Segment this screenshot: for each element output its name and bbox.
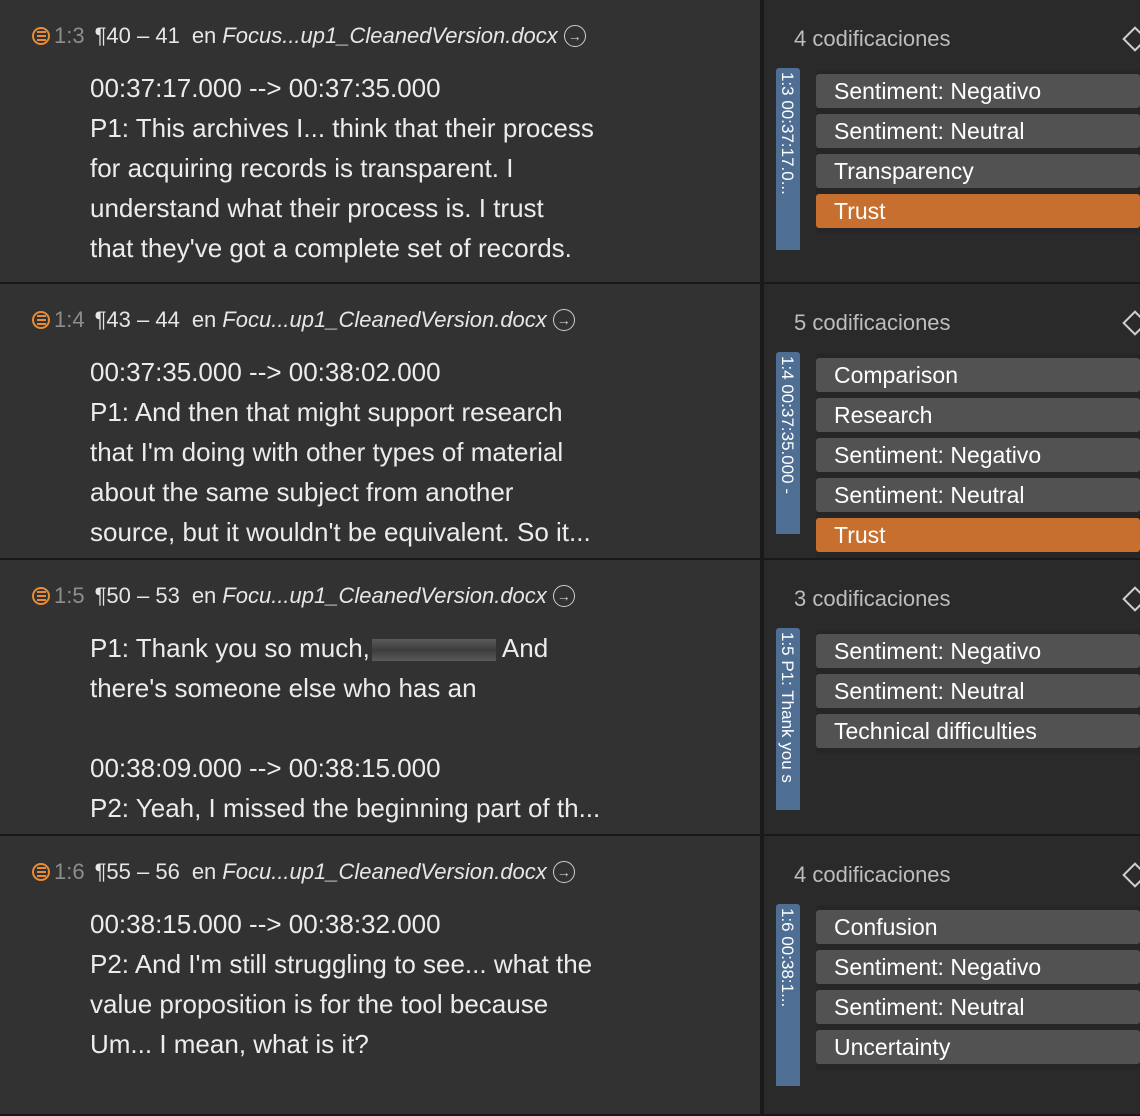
code-tag[interactable]: Comparison [816, 358, 1140, 392]
quotation-list: 1:3 ¶40 – 41 en Focus...up1_CleanedVersion.… [0, 0, 1140, 1116]
code-tag[interactable]: Sentiment: Neutral [816, 674, 1140, 708]
quotation-icon [32, 587, 50, 605]
quotation-row[interactable]: 1:3 ¶40 – 41 en Focus...up1_CleanedVersion.… [0, 0, 1140, 284]
code-tag[interactable]: Trust [816, 194, 1140, 228]
quotation-header: 1:4 ¶43 – 44 en Focu...up1_CleanedVersion.d… [54, 306, 736, 334]
quotation-content[interactable]: 1:4 ¶43 – 44 en Focu...up1_CleanedVersion.d… [0, 284, 760, 558]
code-count: 4 codificaciones [794, 862, 951, 887]
codes-panel: 5 codificaciones 1:4 00:37:35.000 - Compar… [764, 284, 1140, 558]
diamond-icon[interactable] [1122, 862, 1140, 888]
quotation-header: 1:6 ¶55 – 56 en Focu...up1_CleanedVersion.d… [54, 858, 736, 886]
code-list: Confusion Sentiment: Negativo Sentiment: N… [816, 906, 1140, 1070]
diamond-icon[interactable] [1122, 310, 1140, 336]
paragraph-range: ¶40 – 41 [94, 23, 180, 48]
quotation-line: 00:38:09.000 --> 00:38:15.000 [90, 753, 441, 783]
quotation-tab[interactable]: 1:4 00:37:35.000 - [776, 352, 800, 534]
quotation-icon [32, 863, 50, 881]
quotation-line: P1: This archives I... think that their … [90, 113, 594, 143]
arrow-circle-right-icon[interactable]: → [552, 861, 575, 883]
quotation-line: source, but it wouldn't be equivalent. S… [90, 517, 591, 547]
quotation-text: P1: Thank you so much, And there's someone… [90, 628, 736, 828]
paragraph-range: ¶55 – 56 [94, 859, 180, 884]
paragraph-range: ¶43 – 44 [94, 307, 180, 332]
code-tag[interactable]: Sentiment: Negativo [816, 438, 1140, 472]
code-tag[interactable]: Sentiment: Negativo [816, 634, 1140, 668]
quotation-line: P2: And I'm still struggling to see... w… [90, 949, 593, 979]
paragraph-range: ¶50 – 53 [94, 583, 180, 608]
quotation-line: P2: Yeah, I missed the beginning part of… [90, 793, 601, 823]
quotation-text: 00:37:17.000 --> 00:37:35.000 P1: This ar… [90, 68, 736, 268]
quotation-line: 00:38:15.000 --> 00:38:32.000 [90, 909, 441, 939]
code-tag[interactable]: Sentiment: Negativo [816, 74, 1140, 108]
code-tag[interactable]: Technical difficulties [816, 714, 1140, 748]
quotation-line: 00:37:35.000 --> 00:38:02.000 [90, 357, 441, 387]
code-tag[interactable]: Sentiment: Neutral [816, 114, 1140, 148]
quotation-line: about the same subject from another [90, 477, 514, 507]
codes-panel: 4 codificaciones 1:6 00:38:1... Confusion S… [764, 836, 1140, 1114]
document-name[interactable]: Focu...up1_CleanedVersion.docx [222, 583, 547, 609]
quotation-text: 00:38:15.000 --> 00:38:32.000 P2: And I'm… [90, 904, 736, 1064]
quotation-line: that I'm doing with other types of mater… [90, 437, 564, 467]
code-tag[interactable]: Research [816, 398, 1140, 432]
quotation-row[interactable]: 1:6 ¶55 – 56 en Focu...up1_CleanedVersion.d… [0, 836, 1140, 1116]
document-name[interactable]: Focu...up1_CleanedVersion.docx [222, 859, 547, 885]
codes-panel: 4 codificaciones 1:3 00:37:17.0... Sentime… [764, 0, 1140, 282]
quotation-line: there's someone else who has an [90, 673, 477, 703]
arrow-circle-right-icon[interactable]: → [552, 309, 575, 331]
quotation-line: value proposition is for the tool becaus… [90, 989, 549, 1019]
quotation-id: 1:4 [54, 307, 85, 332]
code-tag[interactable]: Sentiment: Negativo [816, 950, 1140, 984]
quotation-line: 00:37:17.000 --> 00:37:35.000 [90, 73, 441, 103]
quotation-header: 1:3 ¶40 – 41 en Focus...up1_CleanedVersion.… [54, 22, 736, 50]
redacted-name [371, 639, 496, 662]
quotation-line: understand what their process is. I trus… [90, 193, 544, 223]
document-name[interactable]: Focus...up1_CleanedVersion.docx [222, 23, 558, 49]
document-name[interactable]: Focu...up1_CleanedVersion.docx [222, 307, 547, 333]
quotation-line: Um... I mean, what is it? [90, 1029, 369, 1059]
quotation-line: P1: And then that might support research [90, 397, 563, 427]
code-tag[interactable]: Transparency [816, 154, 1140, 188]
quotation-line: that they've got a complete set of recor… [90, 233, 572, 263]
quotation-id: 1:6 [54, 859, 85, 884]
quotation-line [90, 708, 736, 748]
quotation-header: 1:5 ¶50 – 53 en Focu...up1_CleanedVersion.d… [54, 582, 736, 610]
codes-panel: 3 codificaciones 1:5 P1: Thank you s Senti… [764, 560, 1140, 834]
code-list: Comparison Research Sentiment: Negativo Sen… [816, 354, 1140, 558]
code-tag[interactable]: Sentiment: Neutral [816, 478, 1140, 512]
in-label: en [191, 23, 217, 48]
code-list: Sentiment: Negativo Sentiment: Neutral Tra… [816, 70, 1140, 234]
quotation-icon [32, 27, 50, 45]
code-tag[interactable]: Uncertainty [816, 1030, 1140, 1064]
quotation-content[interactable]: 1:3 ¶40 – 41 en Focus...up1_CleanedVersion.… [0, 0, 760, 282]
code-count: 4 codificaciones [794, 26, 951, 51]
code-count: 5 codificaciones [794, 310, 951, 335]
quotation-content[interactable]: 1:5 ¶50 – 53 en Focu...up1_CleanedVersion.d… [0, 560, 760, 834]
quotation-id: 1:5 [54, 583, 85, 608]
in-label: en [191, 583, 217, 608]
quotation-text: 00:37:35.000 --> 00:38:02.000 P1: And the… [90, 352, 736, 552]
code-count: 3 codificaciones [794, 586, 951, 611]
diamond-icon[interactable] [1122, 26, 1140, 52]
arrow-circle-right-icon[interactable]: → [552, 585, 575, 607]
quotation-id: 1:3 [54, 23, 85, 48]
in-label: en [191, 307, 217, 332]
quotation-line: P1: Thank you so much, And [90, 633, 549, 663]
quotation-tab[interactable]: 1:3 00:37:17.0... [776, 68, 800, 250]
code-tag[interactable]: Confusion [816, 910, 1140, 944]
quotation-icon [32, 311, 50, 329]
quotation-content[interactable]: 1:6 ¶55 – 56 en Focu...up1_CleanedVersion.d… [0, 836, 760, 1114]
code-tag[interactable]: Trust [816, 518, 1140, 552]
quotation-tab[interactable]: 1:5 P1: Thank you s [776, 628, 800, 810]
quotation-tab[interactable]: 1:6 00:38:1... [776, 904, 800, 1086]
quotation-line: for acquiring records is transparent. I [90, 153, 514, 183]
code-tag[interactable]: Sentiment: Neutral [816, 990, 1140, 1024]
arrow-circle-right-icon[interactable]: → [563, 25, 586, 47]
in-label: en [191, 859, 217, 884]
quotation-row[interactable]: 1:5 ¶50 – 53 en Focu...up1_CleanedVersion.d… [0, 560, 1140, 836]
code-list: Sentiment: Negativo Sentiment: Neutral Tec… [816, 630, 1140, 754]
diamond-icon[interactable] [1122, 586, 1140, 612]
quotation-row[interactable]: 1:4 ¶43 – 44 en Focu...up1_CleanedVersion.d… [0, 284, 1140, 560]
